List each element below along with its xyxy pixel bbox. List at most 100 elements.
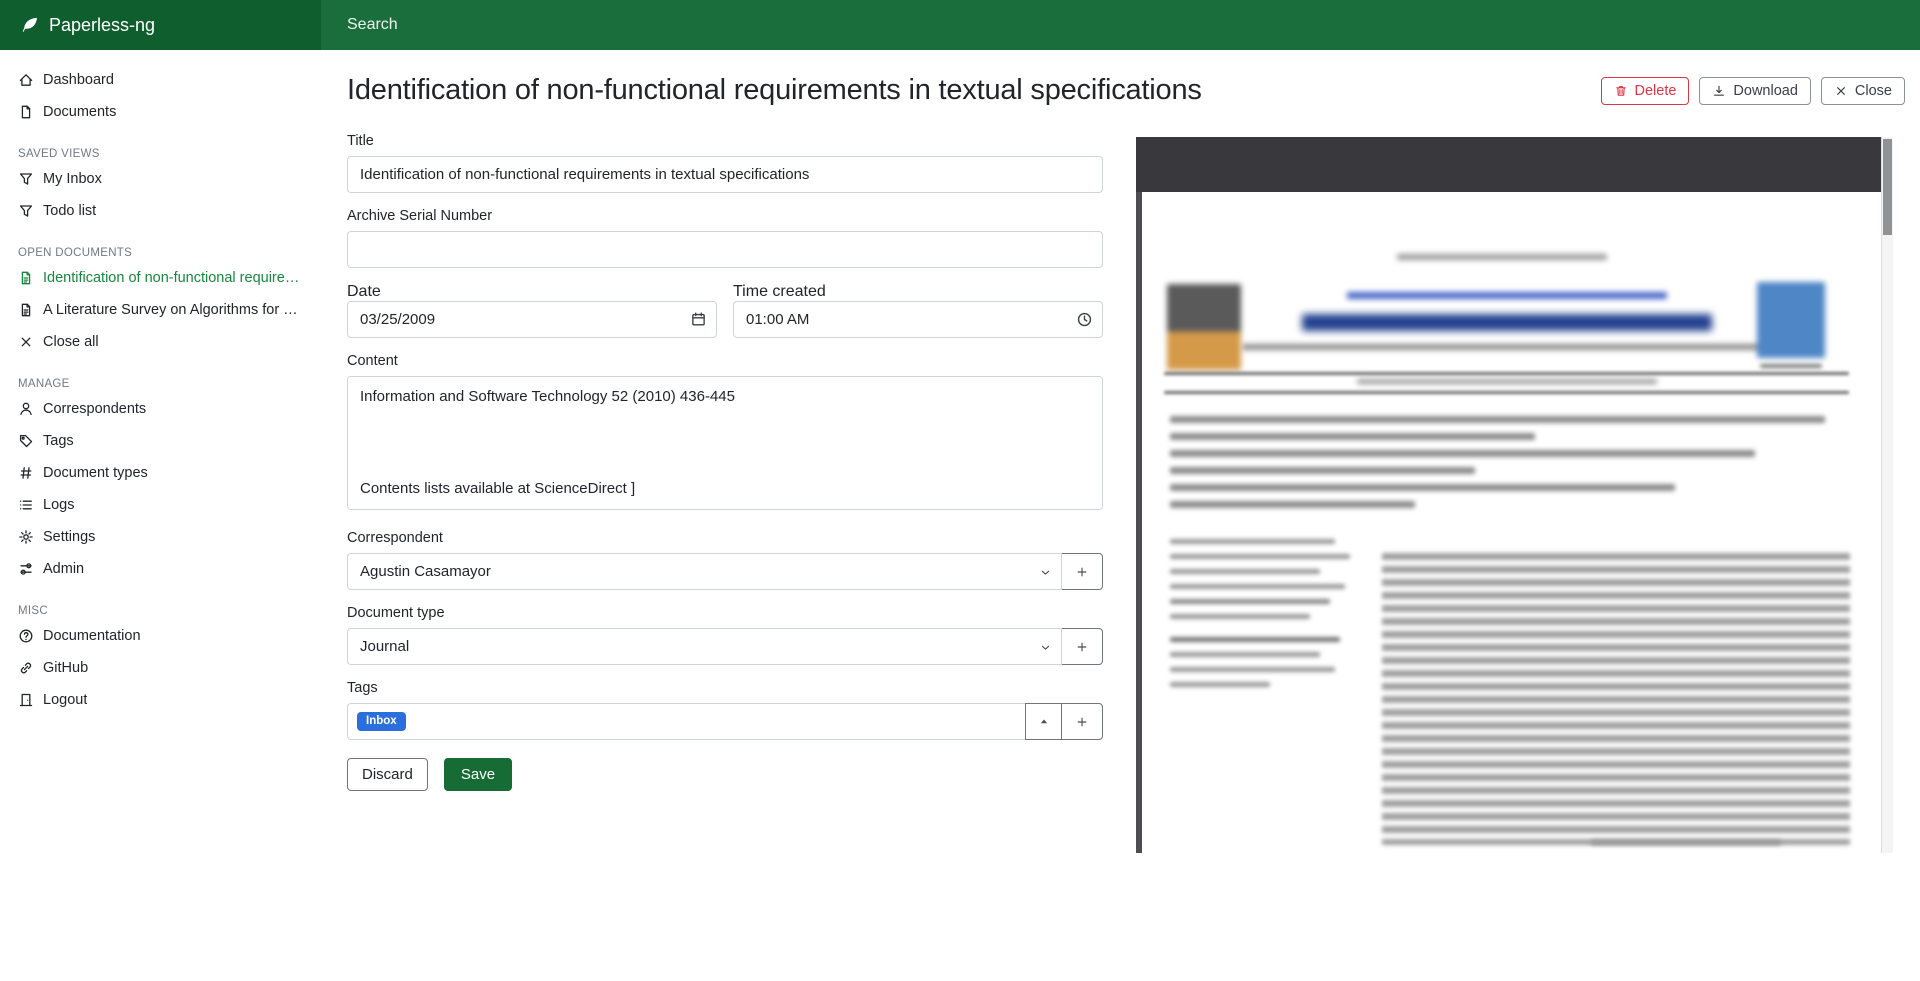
document-type-value: Journal	[360, 638, 409, 655]
form-actions: Discard Save	[347, 758, 1103, 791]
date-input[interactable]	[347, 301, 717, 338]
sidebar-label: Correspondents	[43, 401, 146, 417]
document-edit-form: Title Archive Serial Number Date	[347, 133, 1103, 791]
pdf-viewport[interactable]	[1136, 192, 1881, 853]
top-navbar: Paperless-ng	[0, 0, 1920, 50]
date-label: Date	[347, 283, 381, 300]
sidebar-section-saved-views: SAVED VIEWS	[18, 148, 303, 160]
door-icon	[18, 692, 34, 708]
pdf-blur-paragraph-line	[1170, 467, 1475, 474]
sidebar-item-open-doc-2[interactable]: A Literature Survey on Algorithms for Mu…	[0, 294, 321, 326]
correspondent-value: Agustin Casamayor	[360, 563, 491, 580]
time-label: Time created	[733, 283, 826, 300]
time-field: Time created	[733, 283, 1103, 338]
plus-icon	[1075, 715, 1089, 729]
delete-label: Delete	[1635, 83, 1677, 99]
asn-input[interactable]	[347, 231, 1103, 268]
pdf-scrollbar-thumb[interactable]	[1883, 139, 1892, 235]
correspondent-field: Correspondent Agustin Casamayor	[347, 530, 1103, 590]
content-field: Content Information and Software Technol…	[347, 353, 1103, 515]
discard-button[interactable]: Discard	[347, 758, 428, 791]
navbar-search-area	[321, 0, 1920, 50]
person-icon	[18, 401, 34, 417]
pdf-blur-sidecol-line	[1170, 614, 1310, 619]
pdf-blur-sidecol-line	[1170, 652, 1320, 657]
sidebar-item-todo-list[interactable]: Todo list	[0, 195, 321, 227]
sidebar-item-open-doc-1[interactable]: Identification of non-functional require…	[0, 262, 321, 294]
sidebar-label: Todo list	[43, 203, 96, 219]
sidebar-label: GitHub	[43, 660, 88, 676]
funnel-icon	[18, 203, 34, 219]
link-icon	[18, 660, 34, 676]
pdf-blur-paragraph-line	[1170, 433, 1535, 440]
sidebar-item-settings[interactable]: Settings	[0, 521, 321, 553]
sidebar-section-misc: MISC	[18, 605, 303, 617]
caret-up-icon	[1037, 715, 1051, 729]
tags-field: Tags Inbox	[347, 680, 1103, 740]
tag-badge-inbox[interactable]: Inbox	[357, 712, 406, 732]
sidebar-label: Tags	[43, 433, 74, 449]
title-input[interactable]	[347, 156, 1103, 193]
download-label: Download	[1733, 83, 1798, 99]
tags-dropdown-toggle[interactable]	[1025, 703, 1062, 740]
close-label: Close	[1855, 83, 1892, 99]
sidebar-item-dashboard[interactable]: Dashboard	[0, 64, 321, 96]
correspondent-select[interactable]: Agustin Casamayor	[347, 553, 1062, 590]
document-type-select[interactable]: Journal	[347, 628, 1062, 665]
file-icon	[18, 104, 34, 120]
sidebar-item-documentation[interactable]: Documentation	[0, 620, 321, 652]
add-correspondent-button[interactable]	[1061, 553, 1103, 590]
chevron-down-icon	[1039, 641, 1052, 654]
plus-icon	[1075, 640, 1089, 654]
download-button[interactable]: Download	[1699, 77, 1811, 105]
sidebar-label: My Inbox	[43, 171, 102, 187]
pdf-toolbar	[1136, 137, 1881, 192]
sidebar-item-logout[interactable]: Logout	[0, 684, 321, 716]
house-icon	[18, 72, 34, 88]
tags-input[interactable]: Inbox	[347, 703, 1026, 740]
pdf-blur-homepage-line	[1357, 379, 1657, 384]
sidebar-item-github[interactable]: GitHub	[0, 652, 321, 684]
sidebar-label: Dashboard	[43, 72, 114, 88]
sidebar-label: Settings	[43, 529, 95, 545]
sidebar-item-admin[interactable]: Admin	[0, 553, 321, 585]
date-field: Date	[347, 283, 717, 338]
pdf-blur-title	[1302, 314, 1712, 331]
sidebar-item-tags[interactable]: Tags	[0, 425, 321, 457]
toggles-icon	[18, 561, 34, 577]
sidebar-item-close-all[interactable]: Close all	[0, 326, 321, 358]
time-input[interactable]	[733, 301, 1103, 338]
sidebar-label: Logout	[43, 692, 87, 708]
pdf-rule-top	[1164, 372, 1849, 375]
sidebar-item-logs[interactable]: Logs	[0, 489, 321, 521]
pdf-scrollbar[interactable]	[1881, 137, 1893, 853]
chevron-down-icon	[1039, 566, 1052, 579]
document-type-label: Document type	[347, 605, 1103, 621]
content-textarea[interactable]: Information and Software Technology 52 (…	[347, 376, 1103, 510]
content-label: Content	[347, 353, 1103, 369]
document-actions: Delete Download Close	[1601, 77, 1906, 105]
delete-button[interactable]: Delete	[1601, 77, 1690, 105]
document-type-field: Document type Journal	[347, 605, 1103, 665]
sidebar-item-document-types[interactable]: Document types	[0, 457, 321, 489]
sidebar: Dashboard Documents SAVED VIEWS My Inbox…	[0, 50, 321, 981]
pdf-blur-sidecol-line	[1170, 667, 1335, 672]
app-brand[interactable]: Paperless-ng	[0, 0, 321, 50]
pdf-blur-sidecol-line	[1170, 599, 1330, 604]
question-circle-icon	[18, 628, 34, 644]
hash-icon	[18, 465, 34, 481]
close-icon	[1834, 84, 1848, 98]
date-time-row: Date Time created	[347, 283, 1103, 338]
sidebar-section-manage: MANAGE	[18, 378, 303, 390]
add-tag-button[interactable]	[1061, 703, 1103, 740]
pdf-blur-paragraph-line	[1170, 416, 1825, 423]
sidebar-item-my-inbox[interactable]: My Inbox	[0, 163, 321, 195]
sidebar-item-correspondents[interactable]: Correspondents	[0, 393, 321, 425]
add-document-type-button[interactable]	[1061, 628, 1103, 665]
paperless-leaf-icon	[20, 15, 40, 35]
save-button[interactable]: Save	[444, 758, 512, 791]
close-button[interactable]: Close	[1821, 77, 1905, 105]
sidebar-item-documents[interactable]: Documents	[0, 96, 321, 128]
search-input[interactable]	[321, 15, 1021, 35]
title-label: Title	[347, 133, 1103, 149]
